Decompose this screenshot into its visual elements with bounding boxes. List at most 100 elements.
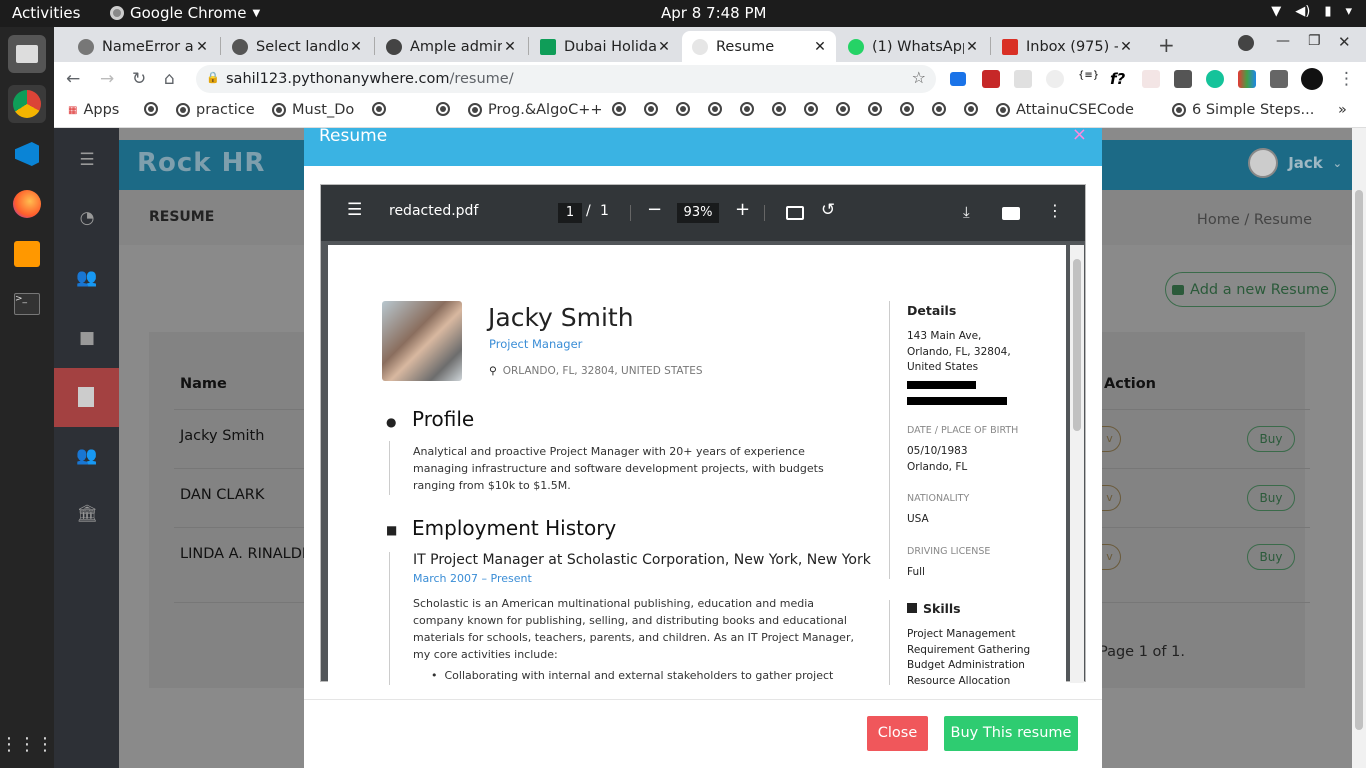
- star-icon[interactable]: ☆: [912, 68, 926, 87]
- buy-button[interactable]: Buy: [1247, 485, 1295, 511]
- minimize-button[interactable]: —: [1276, 33, 1290, 49]
- bookmark-item[interactable]: [676, 102, 690, 116]
- sublime-icon[interactable]: [8, 235, 46, 273]
- window-close-button[interactable]: ✕: [1338, 33, 1351, 51]
- extension-icon[interactable]: [1014, 70, 1032, 88]
- view-button[interactable]: v: [1099, 544, 1121, 570]
- reload-icon[interactable]: ↻: [132, 69, 146, 89]
- system-tray[interactable]: ▼ ◀) ▮ ▾: [1271, 4, 1352, 19]
- bookmark-item[interactable]: [836, 102, 850, 116]
- tab-ample-admin[interactable]: Ample admin ✕: [376, 31, 526, 62]
- bookmark-item[interactable]: [612, 102, 626, 116]
- clock[interactable]: Apr 8 7:48 PM: [661, 4, 766, 22]
- buy-button[interactable]: Buy: [1247, 544, 1295, 570]
- bookmark-item[interactable]: [964, 102, 978, 116]
- sidebar-item-resume[interactable]: [54, 368, 119, 427]
- terminal-icon[interactable]: >_: [8, 285, 46, 323]
- activities-button[interactable]: Activities: [12, 4, 80, 22]
- bookmark-item[interactable]: [144, 102, 158, 116]
- vscode-icon[interactable]: [8, 135, 46, 173]
- menu-dots-icon[interactable]: ⋮: [1338, 69, 1355, 89]
- grammarly-icon[interactable]: [1206, 70, 1224, 88]
- bookmarks-overflow-icon[interactable]: »: [1338, 102, 1347, 118]
- more-options-icon[interactable]: ⋮: [1047, 201, 1063, 220]
- app-menu[interactable]: Google Chrome ▼: [110, 4, 260, 22]
- bookmark-item[interactable]: [644, 102, 658, 116]
- new-tab-button[interactable]: +: [1158, 33, 1175, 57]
- bookmark-item[interactable]: [372, 102, 386, 116]
- extension-icon[interactable]: [1238, 70, 1256, 88]
- forward-icon[interactable]: →: [100, 69, 114, 89]
- tab-search-icon[interactable]: [1238, 35, 1254, 51]
- bookmark-simple-steps[interactable]: 6 Simple Steps...: [1172, 102, 1314, 118]
- zoom-in-icon[interactable]: +: [735, 199, 750, 220]
- close-icon[interactable]: ✕: [502, 39, 518, 55]
- extension-icon[interactable]: [950, 72, 966, 86]
- tab-nameerror[interactable]: NameError at ✕: [68, 31, 218, 62]
- bookmark-apps[interactable]: ▦ Apps: [68, 102, 119, 118]
- tab-resume[interactable]: Resume ✕: [682, 31, 836, 62]
- bookmark-item[interactable]: [740, 102, 754, 116]
- bookmark-item[interactable]: [708, 102, 722, 116]
- hamburger-icon[interactable]: ☰: [76, 150, 98, 172]
- zoom-out-icon[interactable]: −: [647, 199, 662, 220]
- close-icon[interactable]: ✕: [348, 39, 364, 55]
- scrollbar-thumb[interactable]: [1073, 259, 1081, 431]
- extension-icon[interactable]: [982, 70, 1000, 88]
- files-icon[interactable]: [8, 35, 46, 73]
- extension-icon[interactable]: [1142, 70, 1160, 88]
- bookmark-item[interactable]: [868, 102, 882, 116]
- tab-whatsapp[interactable]: (1) WhatsApp ✕: [838, 31, 988, 62]
- extension-icon[interactable]: [1174, 70, 1192, 88]
- close-button[interactable]: Close: [867, 716, 928, 751]
- address-bar[interactable]: 🔒 sahil123.pythonanywhere.com/resume/ ☆: [196, 65, 936, 93]
- page-number-input[interactable]: 1: [558, 203, 582, 223]
- close-icon[interactable]: ×: [1072, 124, 1087, 145]
- buy-resume-button[interactable]: Buy This resume: [944, 716, 1078, 751]
- dashboard-icon[interactable]: ◔: [76, 208, 98, 230]
- close-icon[interactable]: ✕: [812, 39, 828, 55]
- extension-icon[interactable]: {≡}: [1078, 70, 1099, 88]
- close-icon[interactable]: ✕: [964, 39, 980, 55]
- show-apps-icon[interactable]: ⋮⋮⋮: [0, 725, 54, 763]
- profile-avatar[interactable]: [1301, 68, 1323, 90]
- bookmark-item[interactable]: [804, 102, 818, 116]
- bookmark-progalgo[interactable]: Prog.&AlgoC++: [468, 102, 603, 118]
- back-icon[interactable]: ←: [66, 69, 80, 89]
- bookmark-item[interactable]: [436, 102, 450, 116]
- maximize-button[interactable]: ❐: [1308, 33, 1321, 49]
- bookmark-practice[interactable]: practice: [176, 102, 255, 118]
- user-menu[interactable]: Jack ⌄: [1248, 148, 1342, 178]
- bank-icon[interactable]: 🏛: [76, 504, 98, 526]
- users-icon[interactable]: 👥: [76, 446, 98, 468]
- extension-icon[interactable]: f?: [1110, 70, 1128, 88]
- extensions-puzzle-icon[interactable]: [1270, 70, 1288, 88]
- extension-icon[interactable]: [1046, 70, 1064, 88]
- add-resume-button[interactable]: Add a new Resume: [1165, 272, 1336, 307]
- home-icon[interactable]: ⌂: [164, 69, 175, 89]
- briefcase-icon[interactable]: ■: [76, 328, 98, 350]
- tab-select-landlord[interactable]: Select landlor ✕: [222, 31, 372, 62]
- bookmark-item[interactable]: [900, 102, 914, 116]
- bookmark-item[interactable]: [932, 102, 946, 116]
- pdf-scrollbar[interactable]: [1070, 245, 1084, 683]
- chrome-icon[interactable]: [8, 85, 46, 123]
- bookmark-item[interactable]: [772, 102, 786, 116]
- close-icon[interactable]: ✕: [1118, 39, 1134, 55]
- close-icon[interactable]: ✕: [194, 39, 210, 55]
- fit-page-icon[interactable]: [786, 206, 804, 220]
- tab-dubai-holidays[interactable]: Dubai Holida ✕: [530, 31, 680, 62]
- breadcrumb-home[interactable]: Home: [1197, 212, 1240, 228]
- rotate-icon[interactable]: ↺: [821, 200, 835, 220]
- view-button[interactable]: v: [1099, 485, 1121, 511]
- print-icon[interactable]: [1002, 207, 1020, 220]
- view-button[interactable]: v: [1099, 426, 1121, 452]
- users-icon[interactable]: 👥: [76, 268, 98, 290]
- page-scrollbar[interactable]: [1352, 128, 1366, 768]
- zoom-level[interactable]: 93%: [677, 203, 719, 223]
- hamburger-icon[interactable]: ☰: [347, 200, 362, 220]
- scrollbar-thumb[interactable]: [1355, 190, 1363, 730]
- download-icon[interactable]: ⤓: [963, 203, 970, 221]
- bookmark-must-do[interactable]: Must_Do: [272, 102, 354, 118]
- firefox-icon[interactable]: [8, 185, 46, 223]
